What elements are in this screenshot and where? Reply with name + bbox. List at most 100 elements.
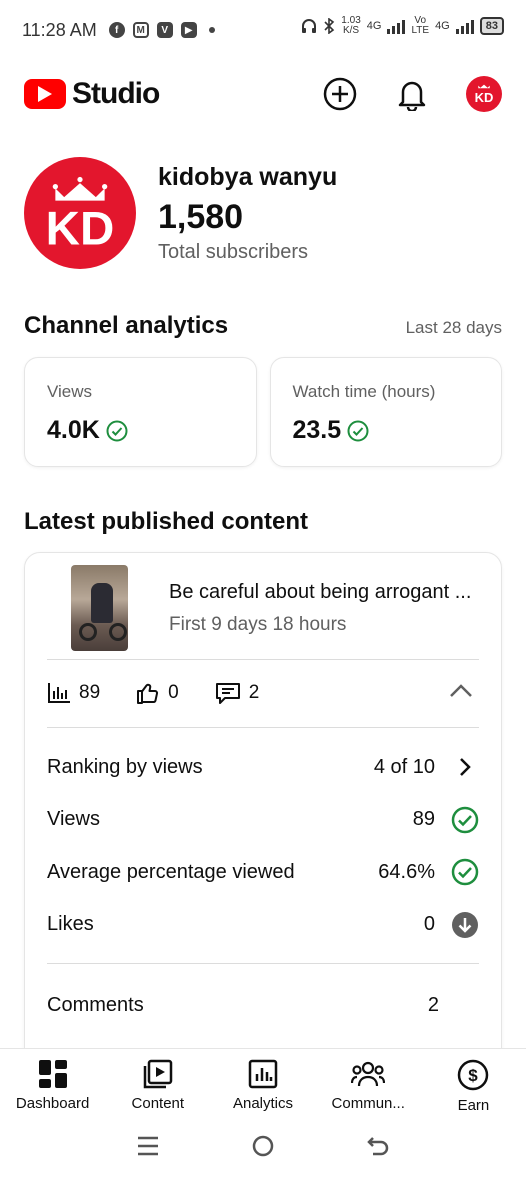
network-type-1: 4G xyxy=(366,20,382,32)
arrow-down-circle-icon xyxy=(452,911,478,938)
check-circle-icon xyxy=(451,859,479,886)
detail-label: Likes xyxy=(47,913,94,936)
svg-text:$: $ xyxy=(469,1066,479,1085)
check-circle-icon xyxy=(451,806,479,833)
community-icon xyxy=(351,1061,386,1087)
kd-logo-small: KD xyxy=(475,84,494,105)
recents-button[interactable] xyxy=(137,1136,159,1161)
channel-analytics-title: Channel analytics xyxy=(24,312,229,339)
dashboard-icon xyxy=(38,1060,67,1088)
youtube-notification-icon: ▶ xyxy=(180,22,197,38)
channel-name: kidobya wanyu xyxy=(158,163,338,191)
channel-summary: KD kidobya wanyu 1,580 Total subscribers xyxy=(24,157,502,269)
menu-icon xyxy=(137,1136,158,1155)
network-speed: 1.03 K/S xyxy=(341,16,360,36)
youtube-studio-logo[interactable]: Studio xyxy=(24,77,160,111)
account-avatar[interactable]: KD xyxy=(466,76,502,112)
app-header: Studio KD xyxy=(24,70,502,118)
ranking-row[interactable]: Ranking by views 4 of 10 xyxy=(47,741,479,794)
signal-1-icon xyxy=(387,18,406,34)
detail-value: 64.6% xyxy=(378,860,435,883)
comments-value: 2 xyxy=(427,993,439,1016)
back-icon xyxy=(367,1136,389,1155)
volte-bottom: LTE xyxy=(411,25,430,36)
detail-value: 89 xyxy=(412,808,435,831)
channel-avatar[interactable]: KD xyxy=(24,157,136,269)
back-button[interactable] xyxy=(367,1136,389,1161)
subscriber-label: Total subscribers xyxy=(158,241,309,263)
nav-dashboard[interactable]: Dashboard xyxy=(0,1049,105,1118)
earn-icon: $ xyxy=(458,1059,489,1091)
comment-icon xyxy=(215,683,240,704)
likes-stat: 0 xyxy=(136,681,179,705)
youtube-logo-icon xyxy=(24,79,66,109)
analytics-period: Last 28 days xyxy=(405,318,502,337)
detail-value: 0 xyxy=(423,913,435,936)
views-row: Views 89 xyxy=(47,794,479,847)
bell-icon xyxy=(398,81,426,111)
metric-label: Watch time (hours) xyxy=(292,382,436,401)
nav-analytics[interactable]: Analytics xyxy=(210,1049,315,1118)
bluetooth-icon xyxy=(324,18,335,34)
divider xyxy=(47,727,479,728)
signal-2-icon xyxy=(455,18,474,34)
home-circle-icon xyxy=(252,1135,274,1156)
detail-label: Average percentage viewed xyxy=(47,860,295,883)
home-button[interactable] xyxy=(252,1135,274,1162)
battery-indicator: 83 xyxy=(479,17,504,35)
kd-logo: KD xyxy=(46,176,115,256)
volte-indicator: Vo LTE xyxy=(411,16,429,36)
views-card[interactable]: Views 4.0K xyxy=(24,357,257,467)
nav-label: Analytics xyxy=(232,1095,294,1112)
subscriber-count: 1,580 xyxy=(158,198,244,236)
bar-chart-icon xyxy=(48,683,70,703)
metric-cards: Views 4.0K Watch time (hours) 23.5 xyxy=(24,357,502,467)
latest-content-card: Be careful about being arrogant ... Firs… xyxy=(24,552,502,1112)
video-title: Be careful about being arrogant ... xyxy=(169,580,472,603)
watch-time-card[interactable]: Watch time (hours) 23.5 xyxy=(269,357,502,467)
views-stat: 89 xyxy=(47,682,100,704)
divider xyxy=(47,963,479,964)
nav-label: Dashboard xyxy=(15,1095,90,1112)
detail-label: Ranking by views xyxy=(47,755,203,778)
likes-row: Likes 0 xyxy=(47,899,479,952)
thumbs-up-icon xyxy=(137,683,159,704)
nav-label: Earn xyxy=(457,1097,490,1114)
status-time: 11:28 AM xyxy=(22,19,97,40)
channel-avatar-initials: KD xyxy=(46,203,115,256)
nav-earn[interactable]: $ Earn xyxy=(421,1049,526,1118)
latest-content-title: Latest published content xyxy=(24,508,309,535)
detail-label: Views xyxy=(47,808,100,831)
create-button[interactable] xyxy=(322,76,358,112)
video-meta: First 9 days 18 hours xyxy=(169,613,347,635)
divider xyxy=(47,659,479,660)
likes-stat-value: 0 xyxy=(168,682,179,703)
collapse-details-button[interactable] xyxy=(449,683,473,704)
avg-percentage-row: Average percentage viewed 64.6% xyxy=(47,846,479,899)
nav-community[interactable]: Commun... xyxy=(316,1049,421,1118)
metric-value: 4.0K xyxy=(47,416,100,444)
check-circle-icon xyxy=(347,420,369,441)
video-thumbnail[interactable] xyxy=(71,565,128,651)
add-circle-icon xyxy=(323,77,357,111)
vpn-icon: V xyxy=(156,22,173,38)
metric-value: 23.5 xyxy=(292,416,342,444)
network-speed-unit: K/S xyxy=(342,25,360,36)
comments-label: Comments xyxy=(47,993,144,1016)
chevron-up-icon xyxy=(450,683,472,697)
latest-video-row[interactable]: Be careful about being arrogant ... Firs… xyxy=(47,563,479,653)
check-circle-icon xyxy=(106,420,128,441)
channel-analytics-header: Channel analytics Last 28 days xyxy=(24,312,502,340)
app-name: Studio xyxy=(72,77,160,110)
nav-content[interactable]: Content xyxy=(105,1049,210,1118)
notifications-button[interactable] xyxy=(394,76,430,112)
facebook-icon: f xyxy=(108,22,125,38)
network-type-2: 4G xyxy=(435,20,450,32)
headphones-icon xyxy=(302,19,317,33)
account-avatar-initials: KD xyxy=(475,90,494,105)
views-stat-value: 89 xyxy=(79,682,101,703)
bottom-navigation: Dashboard Content Analytics Commun... $ … xyxy=(0,1048,526,1118)
comments-row: Comments 2 xyxy=(47,985,479,1025)
gmail-icon: M xyxy=(132,22,149,38)
nav-label: Content xyxy=(131,1095,185,1112)
